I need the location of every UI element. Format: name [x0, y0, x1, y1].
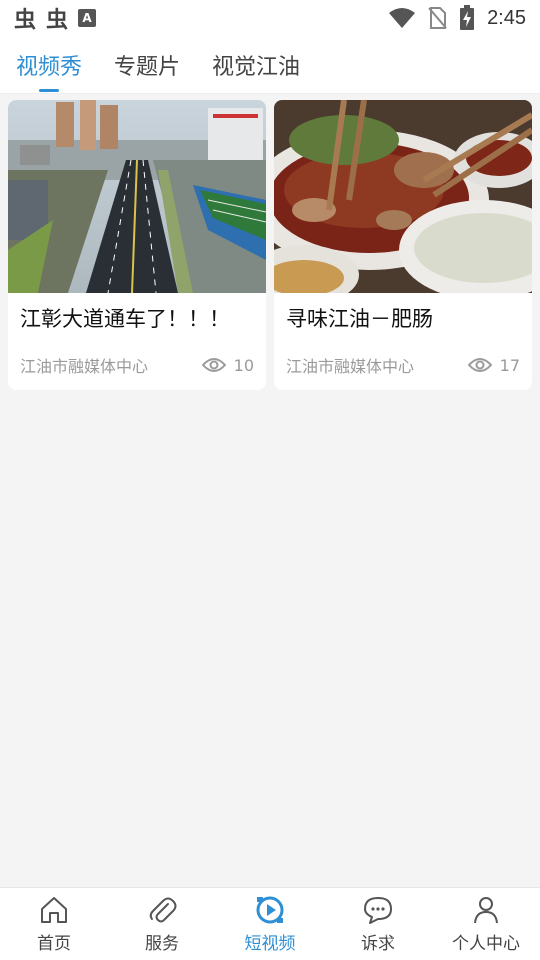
- person-icon: [474, 897, 498, 924]
- wifi-icon: [389, 8, 416, 28]
- tab-feature-film[interactable]: 专题片: [114, 36, 180, 94]
- video-card[interactable]: 江彰大道通车了！！！ 江油市融媒体中心 10: [8, 100, 266, 390]
- video-meta: 江油市融媒体中心 17: [274, 343, 532, 387]
- eye-icon: [201, 358, 226, 372]
- app-notification-icon: 虫: [14, 8, 37, 33]
- nav-home[interactable]: 首页: [0, 888, 108, 960]
- nav-short-video[interactable]: 短视频: [216, 888, 324, 960]
- nav-label: 短视频: [244, 934, 296, 954]
- play-circle-icon: [256, 896, 284, 924]
- status-right: 2:45: [389, 5, 526, 31]
- battery-charging-icon: [460, 5, 475, 30]
- nav-profile[interactable]: 个人中心: [432, 888, 540, 960]
- video-card[interactable]: 寻味江油－肥肠 江油市融媒体中心 17: [274, 100, 532, 390]
- view-count-value: 10: [233, 355, 254, 375]
- clock: 2:45: [487, 6, 526, 29]
- video-source: 江油市融媒体中心: [20, 357, 149, 376]
- nav-appeals[interactable]: 诉求: [324, 888, 432, 960]
- bottom-navigation: 首页 服务 短视频 诉求 个人中心: [0, 887, 540, 960]
- video-thumbnail-road[interactable]: [8, 100, 266, 293]
- no-sim-icon: [428, 7, 447, 29]
- video-title[interactable]: 江彰大道通车了！！！: [8, 293, 266, 343]
- nav-services[interactable]: 服务: [108, 888, 216, 960]
- status-left: 虫 虫 A: [14, 2, 97, 34]
- keyboard-notification-icon: A: [78, 9, 97, 27]
- view-count: 10: [201, 355, 254, 375]
- tab-visual-jiangyou[interactable]: 视觉江油: [212, 36, 300, 94]
- nav-label: 服务: [145, 934, 179, 954]
- video-grid: 江彰大道通车了！！！ 江油市融媒体中心 10 寻味江油－肥肠 江油市融媒体中心 …: [8, 100, 532, 390]
- video-meta: 江油市融媒体中心 10: [8, 343, 266, 387]
- video-source: 江油市融媒体中心: [286, 357, 415, 376]
- view-count: 17: [467, 355, 520, 375]
- eye-icon: [467, 358, 492, 372]
- video-thumbnail-food[interactable]: [274, 100, 532, 293]
- tab-video-show[interactable]: 视频秀: [16, 36, 82, 94]
- status-bar: 虫 虫 A 2:45: [0, 0, 540, 36]
- app-notification-icon: 虫: [46, 8, 69, 33]
- nav-label: 首页: [37, 934, 71, 954]
- nav-label: 诉求: [361, 934, 395, 954]
- home-icon: [41, 897, 67, 923]
- category-tabs: 视频秀 专题片 视觉江油: [0, 36, 540, 94]
- paperclip-icon: [149, 897, 177, 923]
- video-title[interactable]: 寻味江油－肥肠: [274, 293, 532, 343]
- view-count-value: 17: [499, 355, 520, 375]
- chat-bubble-icon: [364, 897, 392, 924]
- nav-label: 个人中心: [452, 934, 520, 954]
